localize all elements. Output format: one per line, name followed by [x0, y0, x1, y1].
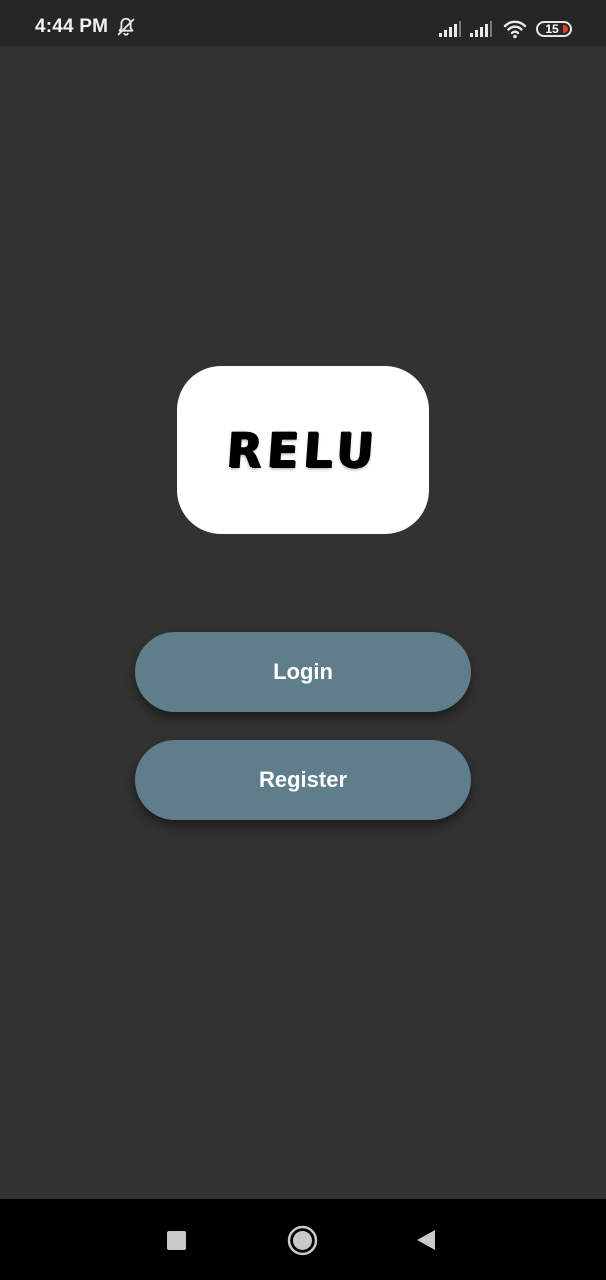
back-triangle-icon[interactable]: [416, 1229, 436, 1251]
home-circle-icon[interactable]: [287, 1225, 318, 1256]
login-button[interactable]: Login: [135, 632, 471, 712]
status-time: 4:44 PM: [35, 16, 109, 37]
logo-text: RELU: [225, 421, 381, 479]
recents-square-icon[interactable]: [167, 1231, 186, 1250]
battery-level: 15: [545, 22, 559, 36]
app-screen: 4:44 PM 15 RELU Login Register: [0, 0, 606, 1280]
bell-off-icon: [117, 17, 135, 36]
battery-icon: 15: [536, 21, 572, 37]
status-bar: 4:44 PM 15: [0, 0, 606, 46]
signal-icon: [439, 21, 461, 37]
register-button[interactable]: Register: [135, 740, 471, 820]
signal-icon: [470, 21, 492, 37]
wifi-icon: [503, 20, 527, 39]
navigation-bar: [0, 1199, 606, 1280]
app-logo: RELU: [177, 366, 429, 534]
